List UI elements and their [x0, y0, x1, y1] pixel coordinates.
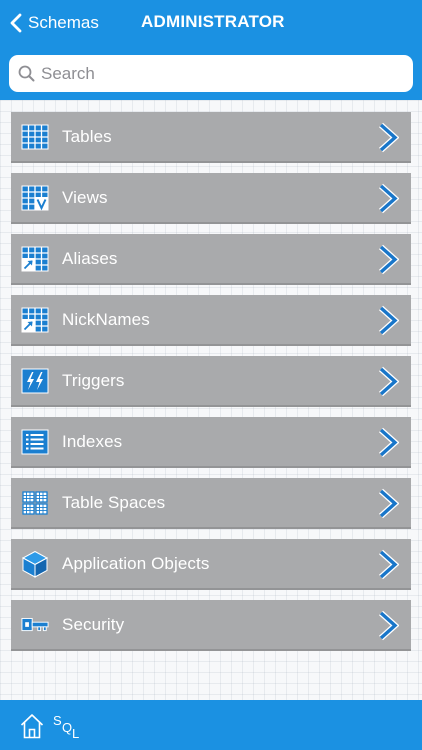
- list-item-views[interactable]: Views: [11, 173, 411, 224]
- search-bar[interactable]: [9, 55, 413, 92]
- index-list-icon: [21, 428, 49, 456]
- chevron-right-icon: [379, 488, 399, 519]
- tablespace-grid-icon: [21, 489, 49, 517]
- bottom-toolbar: S Q L: [0, 700, 422, 750]
- key-icon: [21, 611, 49, 639]
- chevron-right-icon: [379, 305, 399, 336]
- navigation-bar: Schemas ADMINISTRATOR: [0, 0, 422, 46]
- chevron-right-icon: [379, 427, 399, 458]
- schema-object-list: Tables Views Aliases NickNames Triggers …: [11, 112, 411, 661]
- back-button[interactable]: Schemas: [10, 10, 99, 36]
- list-item-label: Table Spaces: [62, 492, 166, 512]
- list-item-indexes[interactable]: Indexes: [11, 417, 411, 468]
- view-grid-icon: [21, 184, 49, 212]
- list-item-label: Tables: [62, 126, 112, 146]
- header: Schemas ADMINISTRATOR: [0, 0, 422, 100]
- nickname-grid-icon: [21, 306, 49, 334]
- alias-grid-icon: [21, 245, 49, 273]
- table-grid-icon: [21, 123, 49, 151]
- home-icon[interactable]: [20, 713, 44, 739]
- list-item-label: NickNames: [62, 309, 150, 329]
- chevron-right-icon: [379, 183, 399, 214]
- cube-icon: [21, 550, 49, 578]
- back-button-label: Schemas: [28, 13, 99, 32]
- sql-letter-l: L: [72, 726, 80, 741]
- sql-editor-button[interactable]: S Q L: [53, 713, 83, 741]
- sql-letter-s: S: [53, 713, 62, 728]
- list-item-tables[interactable]: Tables: [11, 112, 411, 163]
- list-item-table-spaces[interactable]: Table Spaces: [11, 478, 411, 529]
- list-item-triggers[interactable]: Triggers: [11, 356, 411, 407]
- list-item-label: Indexes: [62, 431, 123, 451]
- list-item-label: Security: [62, 614, 125, 634]
- schema-object-list-area: Tables Views Aliases NickNames Triggers …: [0, 100, 422, 700]
- list-item-application-objects[interactable]: Application Objects: [11, 539, 411, 590]
- chevron-right-icon: [379, 549, 399, 580]
- list-item-label: Aliases: [62, 248, 118, 268]
- list-item-security[interactable]: Security: [11, 600, 411, 651]
- chevron-right-icon: [379, 122, 399, 153]
- sql-letter-q: Q: [62, 720, 73, 735]
- page-title: ADMINISTRATOR: [141, 12, 285, 31]
- search-icon: [18, 65, 35, 82]
- search-input[interactable]: [41, 58, 401, 89]
- list-item-label: Triggers: [62, 370, 125, 390]
- chevron-right-icon: [379, 244, 399, 275]
- lightning-bolt-icon: [21, 367, 49, 395]
- chevron-left-icon: [10, 13, 22, 33]
- list-item-nicknames[interactable]: NickNames: [11, 295, 411, 346]
- chevron-right-icon: [379, 366, 399, 397]
- list-item-label: Application Objects: [62, 553, 210, 573]
- list-item-label: Views: [62, 187, 108, 207]
- chevron-right-icon: [379, 610, 399, 641]
- list-item-aliases[interactable]: Aliases: [11, 234, 411, 285]
